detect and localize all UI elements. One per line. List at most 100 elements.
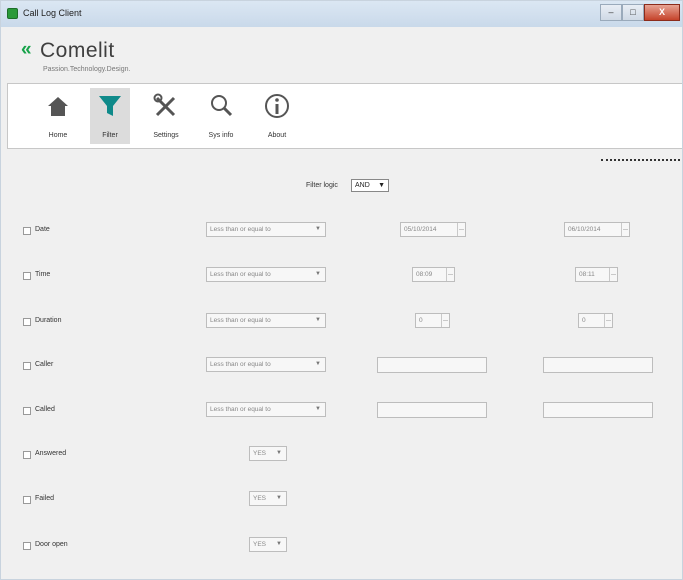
logo-area: « Comelit Passion.Technology.Design. (1, 27, 682, 83)
duration-checkbox[interactable] (23, 318, 31, 326)
caller-checkbox[interactable] (23, 362, 31, 370)
date-from-value: 05/10/2014 (404, 226, 437, 233)
app-icon (7, 8, 18, 19)
duration-to-spinner[interactable]: 0 (578, 313, 613, 328)
date-to-spin-icon[interactable] (621, 223, 629, 236)
time-operator-select[interactable]: Less than or equal to ▼ (206, 267, 326, 282)
door-open-value: YES (253, 541, 267, 548)
chevron-down-icon: ▼ (276, 450, 282, 456)
chevron-down-icon: ▼ (315, 406, 321, 412)
failed-checkbox[interactable] (23, 496, 31, 504)
maximize-button[interactable]: □ (622, 4, 644, 21)
filter-logic-select[interactable]: AND ▼ (351, 179, 389, 192)
logo-tagline: Passion.Technology.Design. (43, 66, 131, 73)
caller-to-input[interactable] (543, 357, 653, 373)
duration-operator-select[interactable]: Less than or equal to ▼ (206, 313, 326, 328)
called-label: Called (35, 406, 55, 413)
time-from-value: 08:09 (416, 271, 433, 278)
about-label: About (267, 132, 287, 139)
door-open-select[interactable]: YES ▼ (249, 537, 287, 552)
called-operator-value: Less than or equal to (210, 406, 271, 413)
caller-label: Caller (35, 361, 54, 368)
date-from-spin-icon[interactable] (457, 223, 465, 236)
chevron-down-icon: ▼ (315, 226, 321, 232)
failed-label: Failed (35, 495, 55, 502)
filter-row-called: Called Less than or equal to ▼ (1, 402, 682, 422)
caller-operator-value: Less than or equal to (210, 361, 271, 368)
time-to-spin-icon[interactable] (609, 268, 617, 281)
title-bar: Call Log Client – □ X (1, 1, 682, 27)
duration-label: Duration (35, 317, 62, 324)
answered-value: YES (253, 450, 267, 457)
filter-panel: Filter logic AND ▼ Date Less than or equ… (1, 149, 682, 579)
filter-logic-label: Filter logic (306, 182, 338, 189)
home-button[interactable]: Home (38, 88, 78, 144)
answered-label: Answered (35, 450, 67, 457)
window-controls: – □ X (600, 4, 680, 21)
time-from-spin-icon[interactable] (446, 268, 454, 281)
home-icon (48, 97, 68, 116)
date-checkbox[interactable] (23, 227, 31, 235)
date-to-picker[interactable]: 06/10/2014 (564, 222, 630, 237)
dotted-divider (601, 159, 682, 161)
time-label: Time (35, 271, 51, 278)
app-window: Call Log Client – □ X « Comelit Passion.… (0, 0, 683, 580)
info-icon (265, 94, 289, 118)
duration-from-spinner[interactable]: 0 (415, 313, 450, 328)
door-open-label: Door open (35, 541, 68, 548)
caller-operator-select[interactable]: Less than or equal to ▼ (206, 357, 326, 372)
settings-tools-icon (153, 93, 176, 117)
filter-icon (99, 96, 121, 116)
called-to-input[interactable] (543, 402, 653, 418)
chevron-down-icon: ▼ (315, 317, 321, 323)
filter-row-answered: Answered YES ▼ (1, 446, 682, 466)
filter-logic-value: AND (355, 182, 370, 189)
close-button[interactable]: X (644, 4, 680, 21)
date-operator-select[interactable]: Less than or equal to ▼ (206, 222, 326, 237)
time-from-spinner[interactable]: 08:09 (412, 267, 455, 282)
logo-name: Comelit (40, 39, 115, 62)
date-operator-value: Less than or equal to (210, 226, 271, 233)
date-to-value: 06/10/2014 (568, 226, 601, 233)
logo-chevron-icon: « (21, 39, 32, 60)
failed-select[interactable]: YES ▼ (249, 491, 287, 506)
door-open-checkbox[interactable] (23, 542, 31, 550)
date-label: Date (35, 226, 50, 233)
called-operator-select[interactable]: Less than or equal to ▼ (206, 402, 326, 417)
filter-row-time: Time Less than or equal to ▼ 08:09 08:11 (1, 267, 682, 287)
filter-row-failed: Failed YES ▼ (1, 491, 682, 511)
duration-from-spin-icon[interactable] (441, 314, 449, 327)
settings-label: Settings (153, 132, 179, 139)
filter-button[interactable]: Filter (90, 88, 130, 144)
answered-select[interactable]: YES ▼ (249, 446, 287, 461)
about-button[interactable]: About (257, 88, 297, 144)
ribbon-toolbar: Home Filter Settings Sys info About (7, 83, 682, 149)
minimize-button[interactable]: – (600, 4, 622, 21)
chevron-down-icon: ▼ (315, 361, 321, 367)
filter-row-duration: Duration Less than or equal to ▼ 0 0 (1, 313, 682, 333)
time-operator-value: Less than or equal to (210, 271, 271, 278)
chevron-down-icon: ▼ (276, 541, 282, 547)
answered-checkbox[interactable] (23, 451, 31, 459)
sys-info-label: Sys info (208, 132, 234, 139)
settings-button[interactable]: Settings (146, 88, 186, 144)
duration-to-value: 0 (582, 317, 586, 324)
failed-value: YES (253, 495, 267, 502)
chevron-down-icon: ▼ (378, 182, 385, 189)
called-from-input[interactable] (377, 402, 487, 418)
filter-label: Filter (102, 132, 118, 139)
called-checkbox[interactable] (23, 407, 31, 415)
time-to-spinner[interactable]: 08:11 (575, 267, 618, 282)
sys-info-button[interactable]: Sys info (201, 88, 241, 144)
chevron-down-icon: ▼ (315, 271, 321, 277)
filter-row-door-open: Door open YES ▼ (1, 537, 682, 557)
chevron-down-icon: ▼ (276, 495, 282, 501)
date-from-picker[interactable]: 05/10/2014 (400, 222, 466, 237)
duration-from-value: 0 (419, 317, 423, 324)
window-title: Call Log Client (23, 8, 82, 18)
magnifier-icon (211, 95, 233, 117)
home-label: Home (48, 132, 68, 139)
time-checkbox[interactable] (23, 272, 31, 280)
caller-from-input[interactable] (377, 357, 487, 373)
duration-to-spin-icon[interactable] (604, 314, 612, 327)
